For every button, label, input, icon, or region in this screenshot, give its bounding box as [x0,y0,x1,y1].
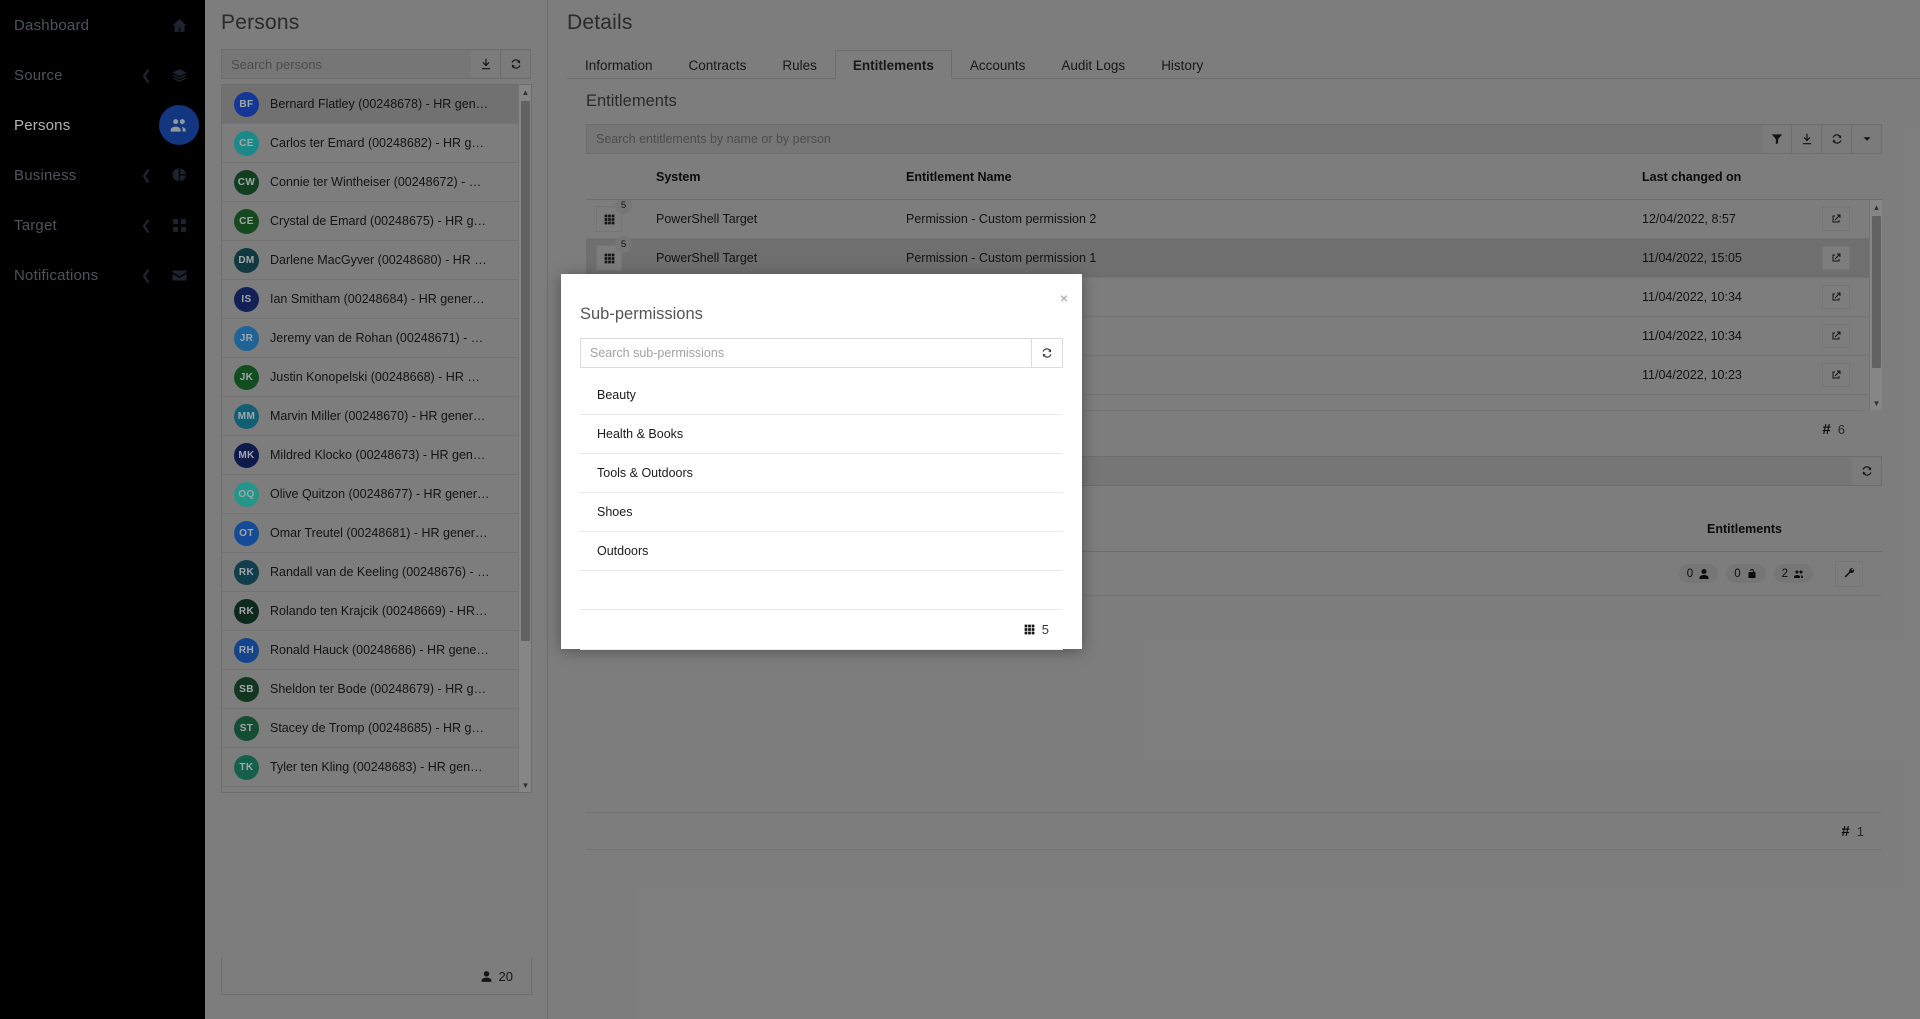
modal-title: Sub-permissions [561,274,1082,324]
sub-permissions-count-value: 5 [1042,622,1049,637]
app-root: Dashboard Source ❮ Persons Business ❮ [0,0,1920,1019]
refresh-icon [1040,346,1054,360]
modal-search-row [580,338,1063,368]
sub-permission-item[interactable]: Shoes [580,493,1063,532]
grid-icon [1023,623,1036,636]
sub-permissions-search-input[interactable] [580,338,1031,368]
sub-permissions-list: BeautyHealth & BooksTools & OutdoorsShoe… [580,376,1063,610]
sub-permissions-modal: × Sub-permissions BeautyHealth & BooksTo… [561,274,1082,649]
sub-permission-item[interactable]: Outdoors [580,532,1063,571]
sub-permission-item-empty [580,571,1063,610]
sub-permission-item[interactable]: Health & Books [580,415,1063,454]
sub-permission-item[interactable]: Tools & Outdoors [580,454,1063,493]
close-icon[interactable]: × [1060,291,1068,305]
sub-permissions-refresh-button[interactable] [1031,338,1063,368]
sub-permissions-count-footer: 5 [580,610,1063,650]
sub-permission-item[interactable]: Beauty [580,376,1063,415]
